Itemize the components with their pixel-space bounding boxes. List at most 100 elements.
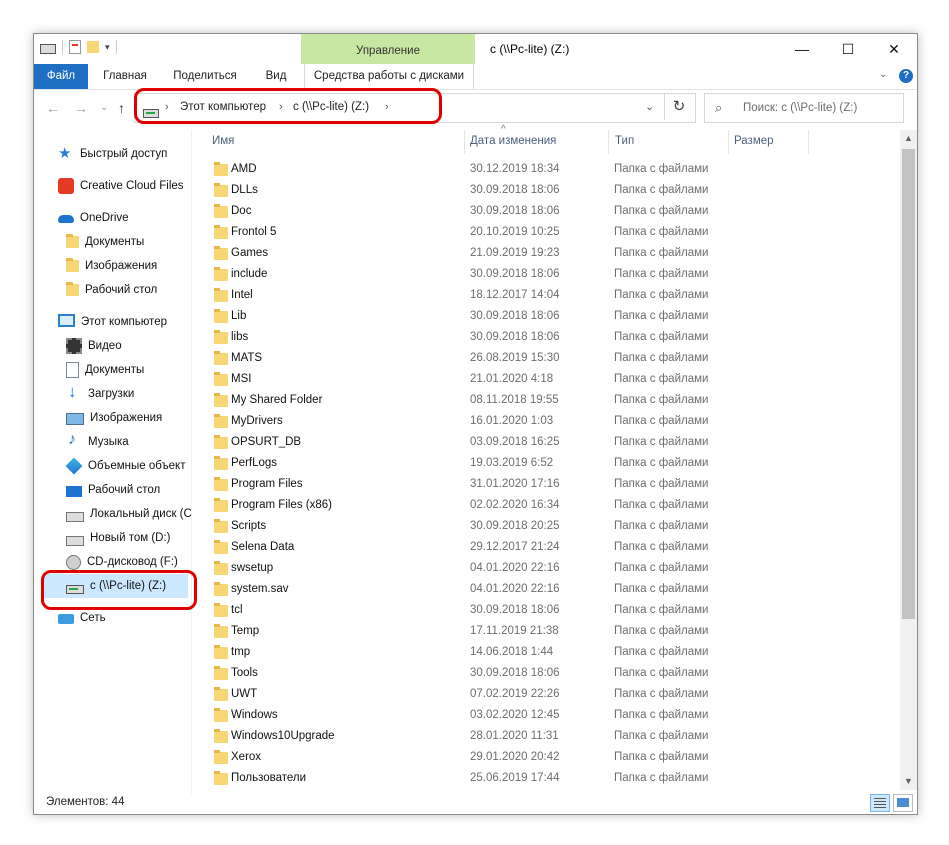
- refresh-button[interactable]: ↻: [664, 94, 693, 120]
- sidebar-item-videos[interactable]: Видео: [66, 334, 122, 358]
- column-separator[interactable]: [808, 130, 809, 154]
- column-size[interactable]: Размер: [734, 135, 774, 147]
- scrollbar-thumb[interactable]: [902, 149, 915, 619]
- up-button[interactable]: ↑: [118, 100, 125, 116]
- table-row[interactable]: libs 30.09.2018 18:06 Папка с файлами: [204, 328, 904, 349]
- table-row[interactable]: Пользователи 25.06.2019 17:44 Папка с файл…: [204, 769, 904, 790]
- table-row[interactable]: tcl 30.09.2018 18:06 Папка с файлами: [204, 601, 904, 622]
- computer-icon: [58, 314, 75, 327]
- table-row[interactable]: Lib 30.09.2018 18:06 Папка с файлами: [204, 307, 904, 328]
- sidebar-item-local-disk-c[interactable]: Локальный диск (C: [66, 502, 192, 526]
- drive-icon[interactable]: [40, 43, 56, 54]
- table-row[interactable]: Windows10Upgrade 28.01.2020 11:31 Папка с …: [204, 727, 904, 748]
- sidebar-item-music[interactable]: Музыка: [66, 430, 129, 454]
- file-type: Папка с файлами: [614, 583, 709, 595]
- details-view-button[interactable]: [870, 794, 890, 812]
- file-date: 03.02.2020 12:45: [470, 709, 560, 721]
- table-row[interactable]: UWT 07.02.2019 22:26 Папка с файлами: [204, 685, 904, 706]
- table-row[interactable]: Tools 30.09.2018 18:06 Папка с файлами: [204, 664, 904, 685]
- file-name: Windows10Upgrade: [231, 730, 335, 742]
- table-row[interactable]: Frontol 5 20.10.2019 10:25 Папка с файлами: [204, 223, 904, 244]
- tab-share[interactable]: Поделиться: [164, 64, 246, 89]
- table-row[interactable]: Program Files 31.01.2020 17:16 Папка с фай…: [204, 475, 904, 496]
- properties-icon[interactable]: [69, 40, 81, 54]
- table-row[interactable]: AMD 30.12.2019 18:34 Папка с файлами: [204, 160, 904, 181]
- column-name[interactable]: Имя: [212, 135, 234, 147]
- sidebar-item-documents[interactable]: Документы: [66, 358, 144, 382]
- table-row[interactable]: MATS 26.08.2019 15:30 Папка с файлами: [204, 349, 904, 370]
- collapse-ribbon-icon[interactable]: ⌄: [879, 69, 887, 80]
- sidebar-item-quick-access[interactable]: Быстрый доступ: [58, 142, 167, 166]
- table-row[interactable]: My Shared Folder 08.11.2018 19:55 Папка с …: [204, 391, 904, 412]
- folder-icon: [214, 750, 228, 764]
- table-row[interactable]: Doc 30.09.2018 18:06 Папка с файлами: [204, 202, 904, 223]
- table-row[interactable]: Selena Data 29.12.2017 21:24 Папка с файла…: [204, 538, 904, 559]
- table-row[interactable]: OPSURT_DB 03.09.2018 16:25 Папка с файлами: [204, 433, 904, 454]
- scroll-up-button[interactable]: ▲: [900, 130, 917, 147]
- tab-home[interactable]: Главная: [92, 64, 158, 89]
- table-row[interactable]: Intel 18.12.2017 14:04 Папка с файлами: [204, 286, 904, 307]
- sidebar-item-downloads[interactable]: Загрузки: [66, 382, 134, 406]
- table-row[interactable]: PerfLogs 19.03.2019 6:52 Папка с файлами: [204, 454, 904, 475]
- sidebar-item-onedrive[interactable]: OneDrive: [58, 206, 129, 230]
- column-separator[interactable]: [464, 130, 465, 154]
- sidebar-item-onedrive-documents[interactable]: Документы: [66, 230, 144, 254]
- table-row[interactable]: tmp 14.06.2018 1:44 Папка с файлами: [204, 643, 904, 664]
- table-row[interactable]: Program Files (x86) 02.02.2020 16:34 Папка…: [204, 496, 904, 517]
- recent-locations-button[interactable]: ⌄: [100, 102, 108, 113]
- file-name: Doc: [231, 205, 252, 217]
- file-date: 30.09.2018 18:06: [470, 667, 560, 679]
- help-icon[interactable]: ?: [899, 69, 913, 83]
- search-box[interactable]: ⌕: [704, 93, 904, 123]
- scroll-down-button[interactable]: ▼: [900, 773, 917, 790]
- minimize-button[interactable]: —: [779, 34, 825, 64]
- large-icons-view-button[interactable]: [893, 794, 913, 812]
- customize-toolbar-icon[interactable]: ▾: [105, 42, 110, 53]
- file-date: 21.09.2019 19:23: [470, 247, 560, 259]
- close-button[interactable]: ✕: [871, 34, 917, 64]
- table-row[interactable]: Temp 17.11.2019 21:38 Папка с файлами: [204, 622, 904, 643]
- toolbar-separator: [62, 40, 63, 54]
- tab-disk-tools[interactable]: Средства работы с дисками: [304, 64, 474, 89]
- table-row[interactable]: Xerox 29.01.2020 20:42 Папка с файлами: [204, 748, 904, 769]
- table-row[interactable]: Games 21.09.2019 19:23 Папка с файлами: [204, 244, 904, 265]
- file-type: Папка с файлами: [614, 562, 709, 574]
- back-button[interactable]: ←: [46, 100, 60, 116]
- folder-icon: [214, 246, 228, 260]
- file-type: Папка с файлами: [614, 751, 709, 763]
- manage-contextual-tab[interactable]: Управление: [301, 34, 475, 64]
- sidebar-item-this-pc[interactable]: Этот компьютер: [58, 310, 167, 334]
- file-name: MSI: [231, 373, 252, 385]
- sidebar-item-new-volume-d[interactable]: Новый том (D:): [66, 526, 171, 550]
- forward-button[interactable]: →: [74, 100, 88, 116]
- tab-view[interactable]: Вид: [252, 64, 300, 89]
- sidebar-item-onedrive-desktop[interactable]: Рабочий стол: [66, 278, 157, 302]
- tab-file[interactable]: Файл: [34, 64, 88, 89]
- pane-divider[interactable]: [191, 130, 192, 794]
- file-date: 19.03.2019 6:52: [470, 457, 554, 469]
- new-folder-icon[interactable]: [87, 41, 99, 53]
- folder-icon: [214, 288, 228, 302]
- column-date[interactable]: Дата изменения: [470, 135, 556, 147]
- table-row[interactable]: MyDrivers 16.01.2020 1:03 Папка с файлами: [204, 412, 904, 433]
- column-separator[interactable]: [608, 130, 609, 154]
- maximize-button[interactable]: ☐: [825, 34, 871, 64]
- column-separator[interactable]: [728, 130, 729, 154]
- sidebar-item-creative-cloud[interactable]: Creative Cloud Files: [58, 174, 184, 198]
- sidebar-item-onedrive-pictures[interactable]: Изображения: [66, 254, 157, 278]
- sidebar-item-pictures[interactable]: Изображения: [66, 406, 162, 430]
- table-row[interactable]: include 30.09.2018 18:06 Папка с файлами: [204, 265, 904, 286]
- search-input[interactable]: [741, 98, 900, 118]
- table-row[interactable]: DLLs 30.09.2018 18:06 Папка с файлами: [204, 181, 904, 202]
- sidebar-item-3d-objects[interactable]: Объемные объект: [65, 454, 185, 478]
- table-row[interactable]: swsetup 04.01.2020 22:16 Папка с файлами: [204, 559, 904, 580]
- vertical-scrollbar[interactable]: ▲ ▼: [900, 130, 917, 790]
- sidebar-item-desktop[interactable]: Рабочий стол: [66, 478, 160, 502]
- column-type[interactable]: Тип: [615, 135, 634, 147]
- table-row[interactable]: system.sav 04.01.2020 22:16 Папка с файлам…: [204, 580, 904, 601]
- table-row[interactable]: Scripts 30.09.2018 20:25 Папка с файлами: [204, 517, 904, 538]
- table-row[interactable]: Windows 03.02.2020 12:45 Папка с файлами: [204, 706, 904, 727]
- sidebar-item-label: Документы: [85, 236, 145, 248]
- table-row[interactable]: MSI 21.01.2020 4:18 Папка с файлами: [204, 370, 904, 391]
- address-dropdown-icon[interactable]: ⌄: [645, 100, 654, 113]
